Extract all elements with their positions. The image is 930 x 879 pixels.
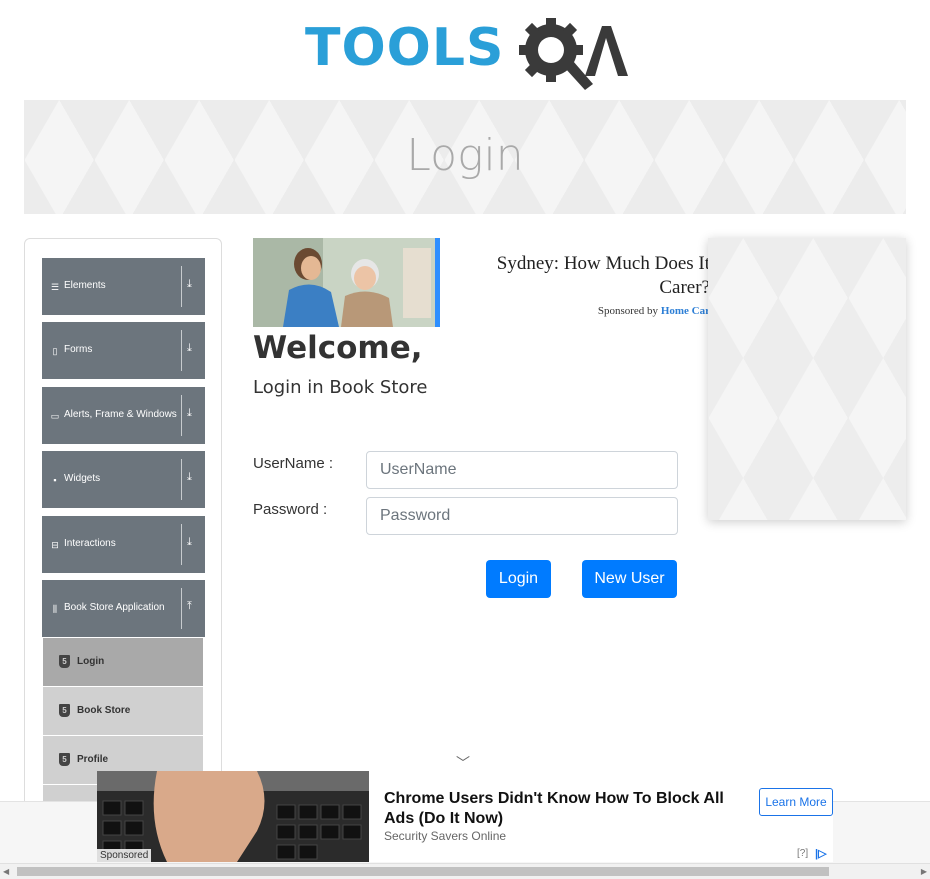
download-arrow-icon: ⤓: [187, 536, 192, 548]
sidebar-group-label: Elements: [64, 280, 106, 291]
ad-sponsor-brand-link[interactable]: Home Car: [661, 305, 710, 317]
sidebar-group-label: Book Store Application: [64, 602, 165, 613]
ad-photo-image: [253, 238, 435, 327]
ad-image[interactable]: [253, 238, 440, 327]
sidebar-group-label: Interactions: [64, 538, 116, 549]
html5-icon: 5: [59, 655, 70, 668]
password-input[interactable]: [366, 497, 678, 535]
sidebar-item-label: Book Store: [77, 705, 131, 716]
sidebar-group-widgets[interactable]: ▪ Widgets ⤓: [42, 451, 205, 508]
page-banner: Login: [24, 100, 906, 214]
sidebar-item-login[interactable]: 5 Login: [43, 638, 203, 686]
learn-more-button[interactable]: Learn More: [759, 788, 833, 816]
ad-sponsor: Sponsored by Home Car: [500, 305, 710, 317]
logo-qa-gear-icon: [519, 18, 628, 90]
sidebar-item-label: Profile: [77, 754, 109, 765]
html5-icon: 5: [59, 753, 70, 766]
sidebar: ☰ Elements ⤓ ▯ Forms ⤓ ▭ Alerts, Frame &…: [24, 238, 222, 838]
divider: [181, 330, 182, 371]
scrollbar-thumb[interactable]: [17, 867, 829, 876]
document-icon: ▯: [52, 346, 58, 356]
sidebar-group-label: Widgets: [64, 473, 101, 484]
sidebar-group-label: Forms: [64, 344, 93, 355]
sidebar-group-forms[interactable]: ▯ Forms ⤓: [42, 322, 205, 379]
login-subtitle: Login in Book Store: [253, 377, 428, 398]
books-icon: ⫼: [52, 604, 58, 614]
bottom-ad-source: Security Savers Online: [384, 829, 507, 843]
right-ad-panel: [708, 238, 906, 520]
scroll-left-icon[interactable]: ◀: [3, 867, 9, 876]
login-button[interactable]: Login: [486, 560, 551, 598]
bottom-ad-title[interactable]: Chrome Users Didn't Know How To Block Al…: [384, 789, 744, 829]
divider: [181, 395, 182, 436]
divider: [181, 588, 182, 629]
adchoices-icon[interactable]: |▷: [815, 847, 827, 860]
ad-sponsor-prefix: Sponsored by: [597, 305, 659, 317]
username-label: UserName :: [253, 455, 334, 472]
page-title: Login: [406, 130, 524, 181]
bottom-ad[interactable]: Sponsored Chrome Users Didn't Know How T…: [97, 771, 833, 862]
ad-headline-line1: Sydney: How Much Does It: [496, 253, 710, 274]
sidebar-group-label: Alerts, Frame & Windows: [64, 409, 177, 420]
new-user-button[interactable]: New User: [582, 560, 677, 598]
logo-text-tools: TOOLS: [305, 18, 505, 78]
download-arrow-icon: ⤓: [187, 278, 192, 290]
welcome-heading: Welcome,: [253, 330, 423, 366]
menu-lines-icon: ☰: [50, 282, 60, 292]
interaction-icon: ⊟: [51, 540, 59, 550]
download-arrow-icon: ⤓: [187, 407, 192, 419]
html5-icon: 5: [59, 704, 70, 717]
scroll-right-icon[interactable]: ▶: [921, 867, 927, 876]
sidebar-group-interactions[interactable]: ⊟ Interactions ⤓: [42, 516, 205, 573]
sidebar-group-alerts[interactable]: ▭ Alerts, Frame & Windows ⤓: [42, 387, 205, 444]
divider: [181, 266, 182, 307]
window-icon: ▭: [50, 411, 60, 421]
divider: [181, 524, 182, 565]
sidebar-item-book-store[interactable]: 5 Book Store: [43, 687, 203, 735]
ad-keyboard-image[interactable]: Sponsored: [97, 771, 369, 862]
sidebar-item-label: Login: [77, 656, 105, 667]
sponsored-label: Sponsored: [97, 849, 152, 862]
ad-info-link[interactable]: [?]: [797, 848, 808, 859]
download-arrow-icon: ⤓: [187, 342, 192, 354]
download-arrow-icon: ⤓: [187, 471, 192, 483]
page: TOOLS Login ☰ Elements ⤓ ▯ Forms ⤓ ▭ Ale…: [0, 0, 930, 879]
username-input[interactable]: [366, 451, 678, 489]
divider: [181, 459, 182, 500]
horizontal-scrollbar[interactable]: ◀ ▶: [0, 863, 930, 879]
sidebar-group-elements[interactable]: ☰ Elements ⤓: [42, 258, 205, 315]
grid-icon: ▪: [53, 475, 57, 485]
sidebar-group-book-store-application[interactable]: ⫼ Book Store Application ⤒: [42, 580, 205, 637]
ad-headline-line2: Carer?: [659, 277, 710, 298]
chevron-down-icon[interactable]: ﹀: [456, 753, 470, 773]
ad-headline[interactable]: Sydney: How Much Does It Carer?: [458, 252, 710, 300]
toolsqa-logo[interactable]: TOOLS: [305, 16, 630, 90]
password-label: Password :: [253, 501, 328, 518]
upload-arrow-icon: ⤒: [187, 600, 192, 612]
